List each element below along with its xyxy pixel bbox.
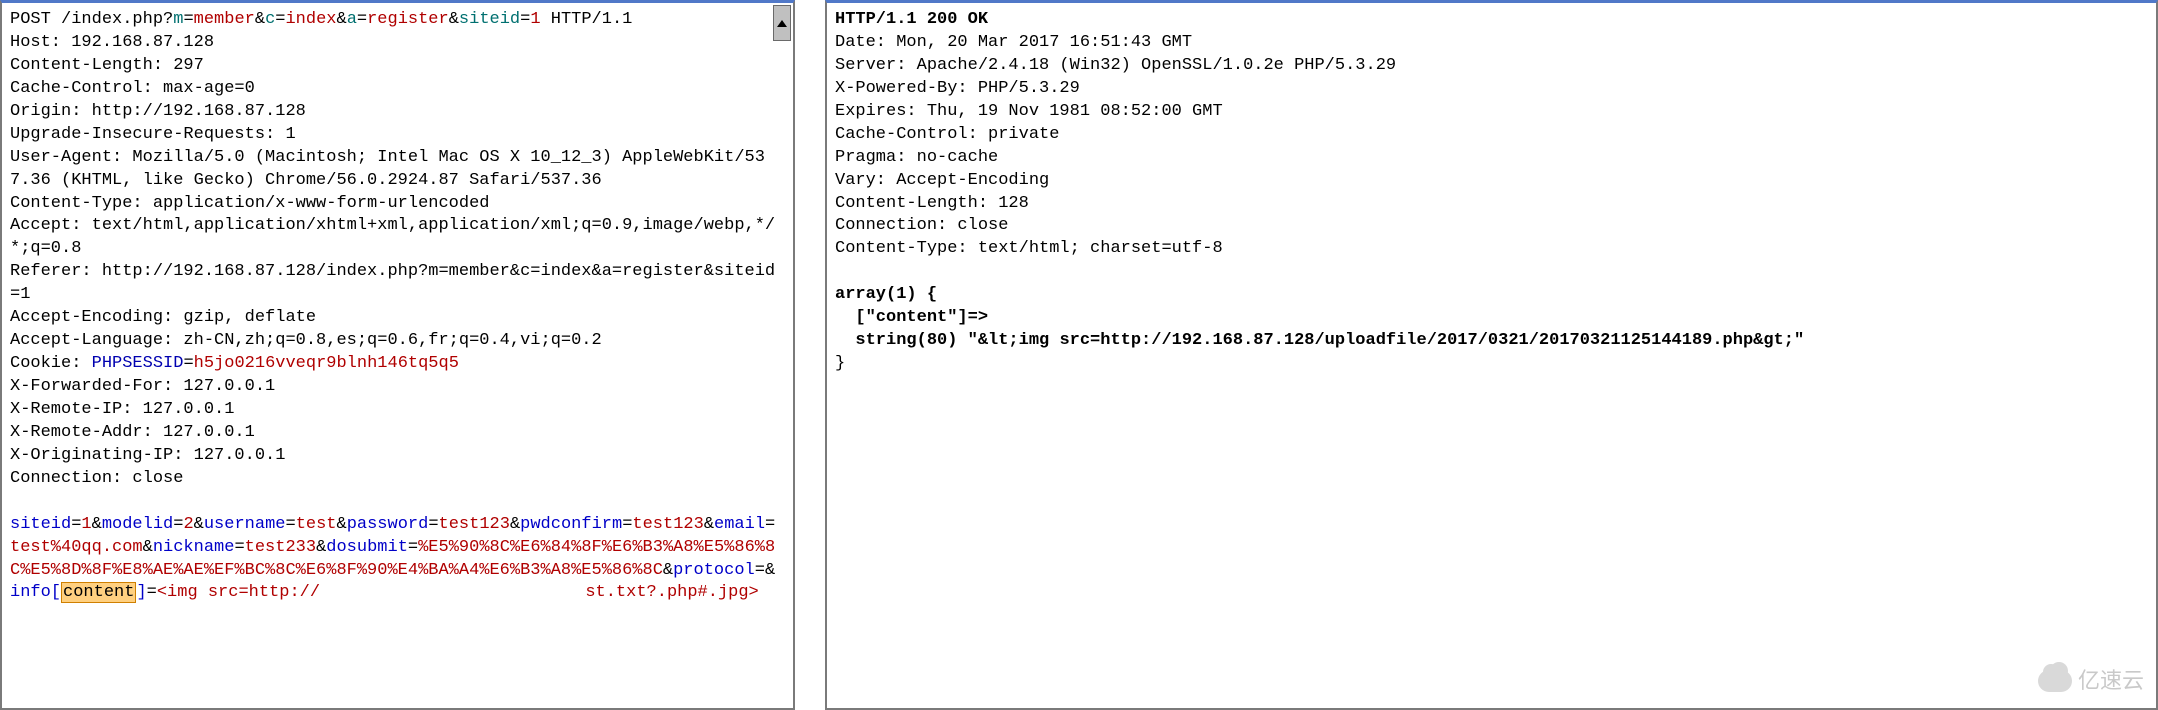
pane-gap [795, 0, 825, 710]
watermark-label: 亿速云 [2078, 666, 2144, 696]
response-text[interactable]: HTTP/1.1 200 OK Date: Mon, 20 Mar 2017 1… [827, 3, 2156, 708]
scroll-up-icon[interactable] [773, 5, 791, 41]
request-pane: POST /index.php?m=member&c=index&a=regis… [0, 0, 795, 710]
response-pane: HTTP/1.1 200 OK Date: Mon, 20 Mar 2017 1… [825, 0, 2158, 710]
cloud-icon [2038, 670, 2072, 692]
watermark: 亿速云 [2038, 666, 2144, 696]
request-text[interactable]: POST /index.php?m=member&c=index&a=regis… [2, 3, 793, 708]
